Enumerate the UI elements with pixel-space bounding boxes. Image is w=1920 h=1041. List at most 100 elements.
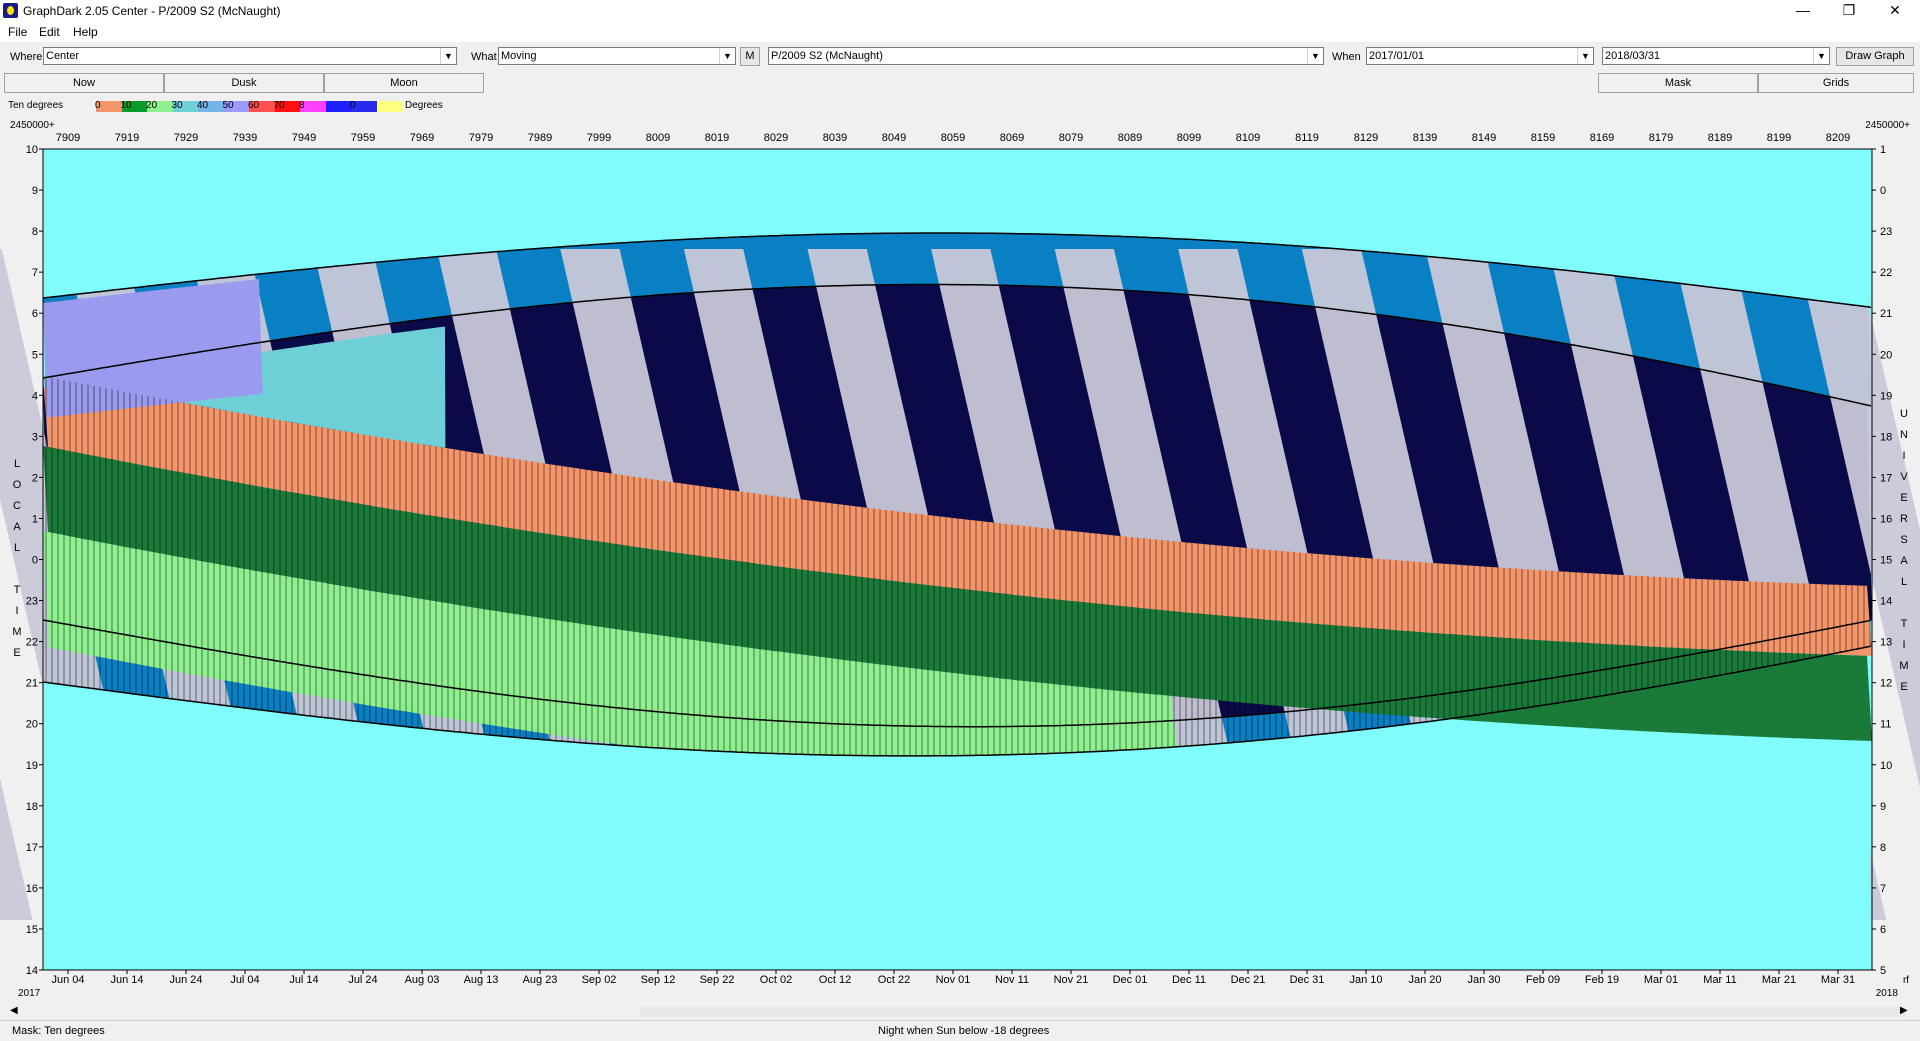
close-button[interactable]: ✕ — [1872, 0, 1918, 22]
jd-tick-label: 8139 — [1413, 132, 1437, 144]
mask-button[interactable]: Mask — [1598, 73, 1758, 93]
chevron-down-icon[interactable]: ▼ — [719, 48, 735, 64]
date-tick-label: Dec 21 — [1231, 974, 1266, 986]
local-time-tick-label: 4 — [32, 390, 38, 402]
universal-time-axis-letter: I — [1902, 639, 1905, 651]
date-tick-label: Sep 02 — [582, 974, 617, 986]
chevron-down-icon[interactable]: ▼ — [1577, 48, 1593, 64]
graph-area[interactable]: 2450000+2450000+790979197929793979497959… — [0, 116, 1920, 1004]
m-button[interactable]: M — [740, 47, 760, 66]
chevron-down-icon[interactable]: ▼ — [1307, 48, 1323, 64]
jd-tick-label: 7979 — [469, 132, 493, 144]
universal-time-axis-letter: M — [1899, 660, 1908, 672]
now-button[interactable]: Now — [4, 73, 164, 93]
date-tick-label: Feb 09 — [1526, 974, 1560, 986]
local-time-tick-label: 10 — [26, 144, 38, 156]
local-time-tick-label: 2 — [32, 472, 38, 484]
jd-tick-label: 8179 — [1649, 132, 1673, 144]
local-time-axis-letter: E — [13, 647, 20, 659]
jd-tick-label: 7989 — [528, 132, 552, 144]
window-title: GraphDark 2.05 Center - P/2009 S2 (McNau… — [23, 4, 280, 18]
jd-tick-label: 8039 — [823, 132, 847, 144]
date-tick-label: Aug 03 — [405, 974, 440, 986]
legend-swatch-label: 40 — [197, 100, 208, 111]
menu-help[interactable]: Help — [73, 25, 98, 39]
chevron-down-icon[interactable]: ▼ — [1813, 48, 1829, 64]
moon-button[interactable]: Moon — [324, 73, 484, 93]
date-tick-label: Dec 31 — [1290, 974, 1325, 986]
universal-time-tick-label: 20 — [1880, 349, 1892, 361]
when-start-value: 2017/01/01 — [1369, 50, 1424, 62]
jd-tick-label: 8189 — [1708, 132, 1732, 144]
legend-swatch-label: 60 — [248, 100, 259, 111]
toolbar: Where Center ▼ What Moving ▼ M P/2009 S2… — [0, 45, 1920, 69]
universal-time-axis-letter: I — [1902, 450, 1905, 462]
where-select[interactable]: Center ▼ — [43, 47, 457, 65]
date-tick-label: Jan 30 — [1467, 974, 1500, 986]
date-tick-label: Feb 19 — [1585, 974, 1619, 986]
jd-prefix-left: 2450000+ — [10, 120, 55, 131]
jd-prefix-right: 2450000+ — [1865, 120, 1910, 131]
universal-time-tick-label: 5 — [1880, 965, 1886, 977]
date-tick-label: Mar 01 — [1644, 974, 1678, 986]
jd-tick-label: 8199 — [1767, 132, 1791, 144]
menu-edit[interactable]: Edit — [39, 25, 60, 39]
local-time-tick-label: 18 — [26, 801, 38, 813]
what-select[interactable]: Moving ▼ — [498, 47, 736, 65]
local-time-axis-letter: O — [13, 479, 22, 491]
legend-swatch-label: 70 — [274, 100, 285, 111]
legend-swatch-label: 10 — [121, 100, 132, 111]
date-tick-label: Jun 04 — [51, 974, 84, 986]
local-time-tick-label: 5 — [32, 349, 38, 361]
date-tick-label: Dec 01 — [1113, 974, 1148, 986]
object-select[interactable]: P/2009 S2 (McNaught) ▼ — [768, 47, 1324, 65]
jd-tick-label: 8119 — [1295, 132, 1319, 144]
universal-time-tick-label: 9 — [1880, 801, 1886, 813]
menu-file[interactable]: File — [8, 25, 27, 39]
altitude-graph[interactable]: 2450000+2450000+790979197929793979497959… — [0, 116, 1920, 1004]
where-label: Where — [10, 51, 42, 63]
scrollbar-thumb[interactable] — [640, 1007, 1905, 1017]
local-time-axis-letter: L — [14, 542, 20, 554]
dusk-button[interactable]: Dusk — [164, 73, 324, 93]
jd-tick-label: 7919 — [115, 132, 139, 144]
jd-tick-label: 7909 — [56, 132, 80, 144]
maximize-button[interactable]: ❐ — [1826, 0, 1872, 22]
universal-time-axis-letter: L — [1901, 576, 1907, 588]
when-end-select[interactable]: 2018/03/31 ▼ — [1602, 47, 1830, 65]
app-icon — [3, 3, 18, 18]
scroll-right-icon[interactable]: ▶ — [1900, 1005, 1908, 1016]
local-time-tick-label: 0 — [32, 555, 38, 567]
scroll-left-icon[interactable]: ◀ — [10, 1005, 18, 1016]
jd-tick-label: 8069 — [1000, 132, 1024, 144]
date-tick-label: Dec 11 — [1172, 974, 1206, 986]
what-value: Moving — [501, 50, 536, 62]
legend-swatch-label: 30 — [172, 100, 183, 111]
legend-swatch-label: 0 — [350, 100, 356, 111]
legend-swatch-label: 20 — [146, 100, 157, 111]
universal-time-tick-label: 19 — [1880, 390, 1892, 402]
universal-time-tick-label: 7 — [1880, 883, 1886, 895]
when-end-value: 2018/03/31 — [1605, 50, 1660, 62]
local-time-axis-letter: L — [14, 458, 20, 470]
local-time-tick-label: 23 — [26, 596, 38, 608]
date-tick-label: Mar 31 — [1821, 974, 1855, 986]
local-time-tick-label: 17 — [26, 842, 38, 854]
local-time-axis-letter: C — [13, 500, 21, 512]
universal-time-tick-label: 15 — [1880, 555, 1892, 567]
local-time-tick-label: 19 — [26, 760, 38, 772]
horizontal-scrollbar[interactable]: ◀ ▶ — [10, 1004, 1910, 1020]
minimize-button[interactable]: — — [1780, 0, 1826, 22]
chevron-down-icon[interactable]: ▼ — [440, 48, 456, 64]
when-start-select[interactable]: 2017/01/01 ▼ — [1366, 47, 1594, 65]
universal-time-tick-label: 12 — [1880, 678, 1892, 690]
universal-time-tick-label: 22 — [1880, 267, 1892, 279]
draw-graph-button[interactable]: Draw Graph — [1836, 47, 1914, 66]
local-time-tick-label: 6 — [32, 308, 38, 320]
grids-button[interactable]: Grids — [1758, 73, 1914, 93]
local-time-tick-label: 7 — [32, 267, 38, 279]
local-time-axis-letter: I — [15, 605, 18, 617]
local-time-tick-label: 20 — [26, 719, 38, 731]
year-left: 2017 — [18, 988, 41, 999]
legend-swatch-label: 8 — [299, 100, 305, 111]
